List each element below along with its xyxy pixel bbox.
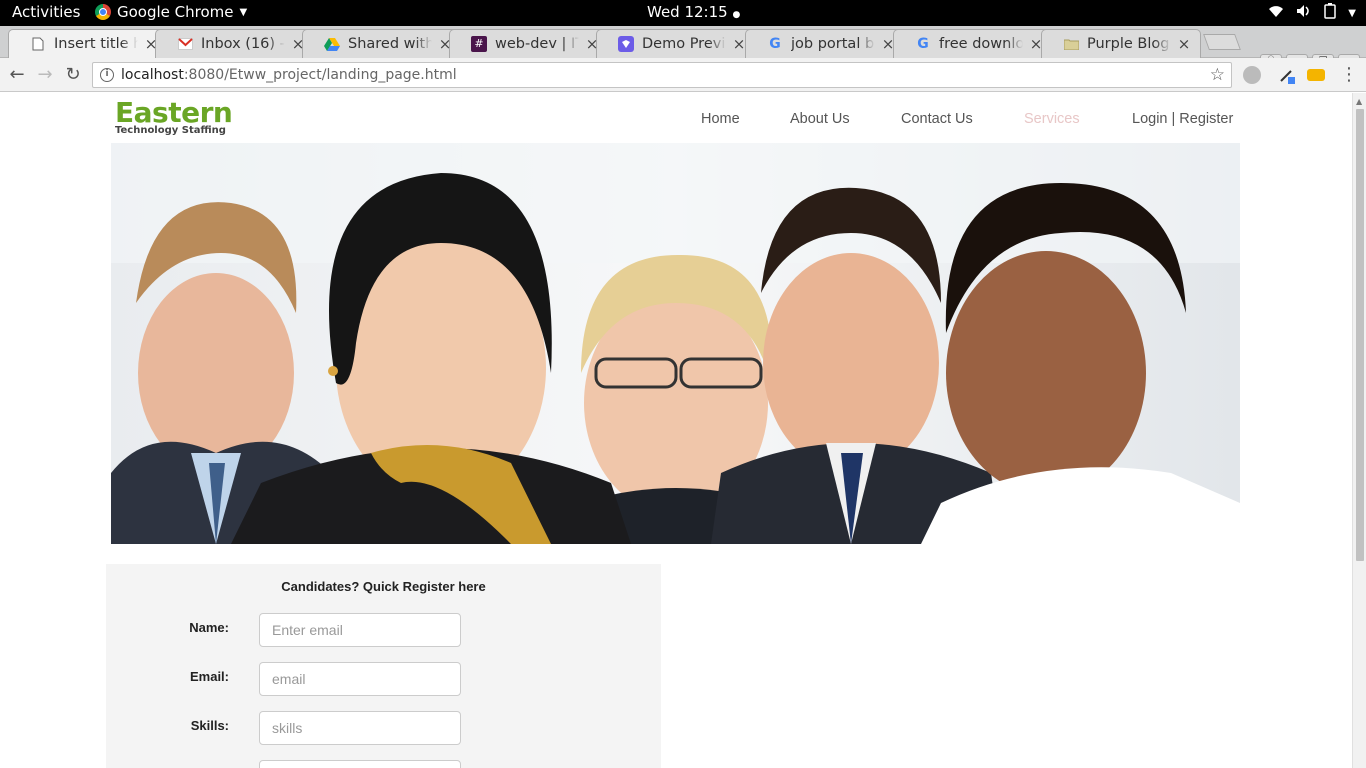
system-top-bar: Activities Google Chrome ▼ Wed 12:15 ● ▼ xyxy=(0,0,1366,26)
shield-icon xyxy=(618,35,634,52)
tab-insert-title[interactable]: Insert title he × xyxy=(8,29,168,58)
tab-title: free downloa xyxy=(939,35,1023,52)
volume-icon xyxy=(1296,4,1312,22)
chrome-icon xyxy=(95,4,111,20)
scrollbar-thumb[interactable] xyxy=(1356,109,1364,561)
slack-icon: # xyxy=(471,35,487,52)
tab-title: Shared with m xyxy=(348,35,432,52)
info-icon[interactable]: i xyxy=(100,68,114,82)
close-icon[interactable]: × xyxy=(438,35,452,53)
page-viewport: Eastern Technology Staffing Home About U… xyxy=(0,93,1352,768)
tab-title: Inbox (16) - c xyxy=(201,35,285,52)
url-host: localhost xyxy=(121,67,184,83)
forward-icon[interactable]: → xyxy=(34,64,56,86)
app-menu-label: Google Chrome xyxy=(117,3,234,21)
tab-title: web-dev | IT xyxy=(495,35,579,52)
wifi-icon xyxy=(1268,5,1284,22)
url-path: :8080/Etww_project/landing_page.html xyxy=(183,67,457,83)
clock-label: Wed 12:15 xyxy=(647,3,728,21)
google-icon: G xyxy=(769,35,781,52)
skills-label: Skills: xyxy=(190,718,229,733)
hero-image xyxy=(111,143,1240,544)
gmail-icon xyxy=(177,36,193,52)
back-icon[interactable]: ← xyxy=(6,64,28,86)
tab-free-download[interactable]: G free downloa × xyxy=(893,29,1053,58)
tab-title: Insert title he xyxy=(54,35,138,52)
bookmark-star-icon[interactable]: ☆ xyxy=(1210,63,1225,87)
clock[interactable]: Wed 12:15 ● xyxy=(647,3,740,21)
quick-register-heading: Candidates? Quick Register here xyxy=(281,579,486,594)
app-menu[interactable]: Google Chrome ▼ xyxy=(95,3,247,21)
reload-icon[interactable]: ↻ xyxy=(62,64,84,86)
tab-strip: Insert title he × Inbox (16) - c × Share… xyxy=(0,26,1366,70)
tab-title: Purple Blog R xyxy=(1087,35,1171,52)
browser-toolbar: ← → ↻ i localhost:8080/Etww_project/land… xyxy=(0,58,1366,92)
battery-icon xyxy=(1324,3,1337,23)
logo-sub-text: Technology Staffing xyxy=(115,125,226,136)
google-icon: G xyxy=(917,35,929,52)
chevron-down-icon: ▼ xyxy=(239,6,248,18)
name-input[interactable] xyxy=(259,613,461,647)
ruler-extension-icon[interactable] xyxy=(1307,69,1325,81)
close-icon[interactable]: × xyxy=(1029,35,1043,53)
hero-photo-group-of-professionals xyxy=(111,143,1240,544)
tab-demo-preview[interactable]: Demo Previe × xyxy=(596,29,756,58)
email-input[interactable] xyxy=(259,662,461,696)
new-tab-button[interactable] xyxy=(1203,34,1241,50)
tab-job-portal[interactable]: G job portal bo × xyxy=(745,29,905,58)
nav-login-register[interactable]: Login | Register xyxy=(1132,111,1233,127)
close-icon[interactable]: × xyxy=(144,35,158,53)
document-icon xyxy=(30,36,46,52)
nav-about-us[interactable]: About Us xyxy=(790,111,850,127)
tab-title: Demo Previe xyxy=(642,35,726,52)
nav-contact-us[interactable]: Contact Us xyxy=(901,111,973,127)
chevron-down-icon: ▼ xyxy=(1348,7,1356,19)
google-drive-icon xyxy=(324,36,340,52)
tab-web-dev[interactable]: # web-dev | IT × xyxy=(449,29,609,58)
system-tray[interactable]: ▼ xyxy=(1268,3,1356,23)
tab-inbox[interactable]: Inbox (16) - c × xyxy=(155,29,315,58)
name-label: Name: xyxy=(189,620,229,635)
skills-input[interactable] xyxy=(259,711,461,745)
scroll-up-icon[interactable]: ▲ xyxy=(1356,97,1362,106)
logo-main-text: Eastern xyxy=(115,96,233,129)
tab-shared-with-me[interactable]: Shared with m × xyxy=(302,29,462,58)
close-icon[interactable]: × xyxy=(585,35,599,53)
activities-button[interactable]: Activities xyxy=(12,3,80,21)
email-label: Email: xyxy=(189,669,229,684)
tab-purple-blog[interactable]: Purple Blog R × xyxy=(1041,29,1201,58)
close-icon[interactable]: × xyxy=(881,35,895,53)
folder-icon xyxy=(1063,36,1079,52)
close-icon[interactable]: × xyxy=(291,35,305,53)
close-icon[interactable]: × xyxy=(732,35,746,53)
color-picker-extension-icon[interactable] xyxy=(1278,66,1296,84)
close-icon[interactable]: × xyxy=(1177,35,1191,53)
extension-icon[interactable] xyxy=(1243,66,1261,84)
nav-services[interactable]: Services xyxy=(1024,111,1080,127)
nav-home[interactable]: Home xyxy=(701,111,740,127)
fourth-input[interactable] xyxy=(259,760,461,768)
address-bar[interactable]: i localhost:8080/Etww_project/landing_pa… xyxy=(92,62,1232,88)
site-logo[interactable]: Eastern Technology Staffing xyxy=(115,96,233,137)
more-menu-icon[interactable]: ⋮ xyxy=(1338,64,1360,86)
page-scrollbar[interactable]: ▲ xyxy=(1352,93,1366,768)
tab-title: job portal bo xyxy=(791,35,875,52)
quick-register-panel: Candidates? Quick Register here Name: Em… xyxy=(106,564,661,768)
notification-dot-icon: ● xyxy=(732,10,741,20)
